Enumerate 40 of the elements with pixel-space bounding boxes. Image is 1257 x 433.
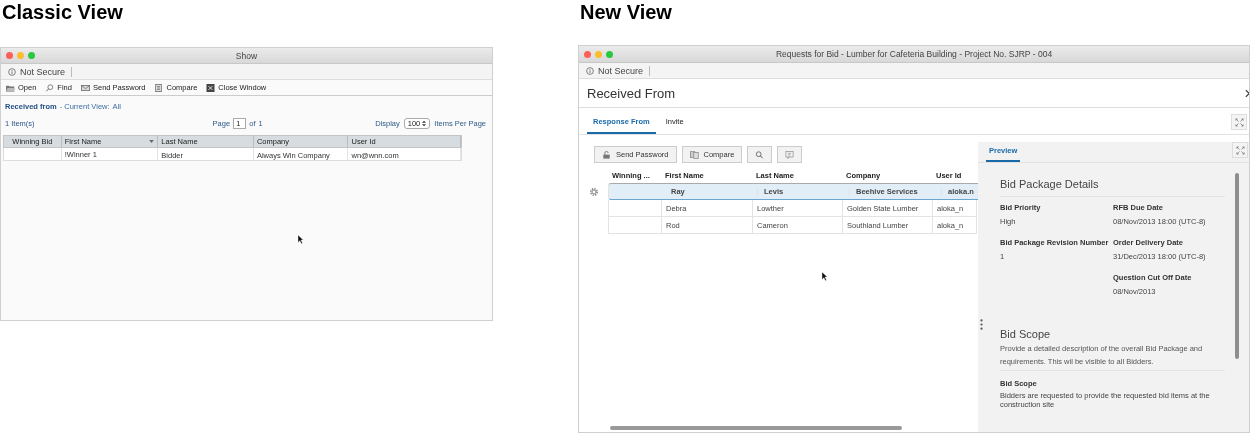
cursor-icon bbox=[298, 235, 304, 244]
stepper-icon bbox=[422, 119, 427, 127]
address-text: Not Secure bbox=[598, 65, 644, 76]
chevron-icon[interactable] bbox=[1245, 88, 1249, 98]
envelope-icon bbox=[80, 83, 90, 92]
toolbar-button[interactable] bbox=[747, 146, 773, 163]
document-icon bbox=[154, 83, 164, 92]
info-icon bbox=[8, 67, 16, 76]
close-light[interactable] bbox=[584, 50, 591, 58]
note-icon bbox=[785, 150, 795, 159]
expand-icon bbox=[1234, 117, 1244, 127]
expand-icon bbox=[1235, 145, 1245, 155]
close-window-icon bbox=[206, 83, 216, 92]
window-title: Requests for Bid - Lumber for Cafeteria Building - Project No. SJRP - 004 bbox=[775, 49, 1053, 59]
section-title: Bid Scope bbox=[1000, 328, 1052, 340]
expand-button[interactable] bbox=[1232, 142, 1248, 158]
address-text: Not Secure bbox=[20, 66, 66, 77]
scrollbar[interactable] bbox=[610, 426, 902, 430]
settings-icon[interactable] bbox=[588, 186, 599, 197]
minimize-light[interactable] bbox=[17, 52, 24, 59]
window-title: Show bbox=[235, 50, 258, 61]
zoom-light[interactable] bbox=[606, 50, 613, 58]
section-title: Bid Package Details bbox=[1000, 178, 1225, 197]
search-icon bbox=[755, 150, 765, 159]
lock-icon bbox=[602, 150, 611, 159]
documents-icon bbox=[689, 150, 699, 159]
cursor-icon bbox=[822, 272, 828, 281]
scrollbar[interactable] bbox=[1235, 173, 1239, 359]
folder-icon bbox=[6, 83, 15, 92]
search-icon bbox=[45, 83, 55, 92]
panel-title: Received From bbox=[587, 85, 676, 101]
minimize-light[interactable] bbox=[595, 50, 602, 58]
info-icon bbox=[586, 66, 594, 75]
view-heading: Classic View bbox=[1, 0, 124, 25]
drag-handle-icon[interactable] bbox=[980, 319, 983, 330]
expand-button[interactable] bbox=[1231, 114, 1247, 130]
toolbar-button[interactable] bbox=[777, 146, 803, 163]
view-heading: New View bbox=[579, 0, 673, 25]
close-light[interactable] bbox=[6, 52, 13, 59]
zoom-light[interactable] bbox=[28, 52, 35, 59]
